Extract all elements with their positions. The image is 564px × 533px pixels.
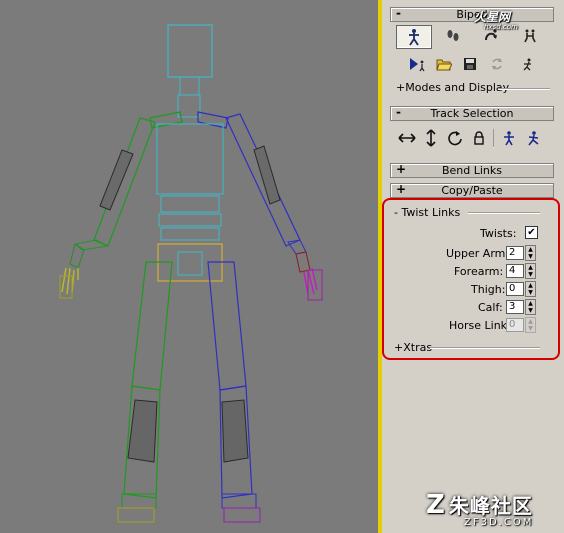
vertical-arrows-icon — [426, 129, 436, 147]
watermark-bottom-en: ZF3D.COM — [464, 517, 534, 528]
modes-display-toggle[interactable]: +Modes and Display — [396, 81, 509, 94]
biped-right-foot[interactable] — [223, 507, 261, 523]
watermark-bottom: Z 朱峰社区 ZF3D.COM — [426, 490, 533, 528]
symmetrical-button[interactable] — [498, 128, 520, 148]
watermark-top: 火星网 hxsd.com — [474, 8, 518, 31]
body-vertical-button[interactable] — [420, 128, 442, 148]
modes-display-separator — [498, 88, 550, 90]
twist-links-header[interactable]: - Twist Links — [394, 206, 460, 219]
watermark-logo: Z — [426, 490, 445, 520]
playback-icon — [410, 58, 425, 72]
upper-arm-label: Upper Arm: — [446, 247, 510, 260]
move-all-mode-button[interactable] — [516, 54, 538, 74]
rollout-copy-paste[interactable]: + Copy/Paste — [390, 182, 554, 198]
forearm-spinner[interactable]: ▲ ▼ — [525, 263, 536, 279]
biped-neck[interactable] — [179, 76, 200, 96]
watermark-top-text: 火星网 — [474, 10, 511, 24]
horizontal-arrows-icon — [398, 133, 416, 143]
mixer-icon — [524, 29, 536, 43]
biped-left-foot[interactable] — [117, 507, 155, 523]
xtras-toggle[interactable]: +Xtras — [394, 341, 432, 354]
track-selection-divider — [493, 129, 494, 148]
biped-head[interactable] — [167, 24, 213, 78]
thigh-input[interactable]: 0 — [506, 282, 524, 296]
body-rotation-button[interactable] — [444, 128, 466, 148]
command-panel: - Biped +Modes and Display - Track Selec… — [382, 0, 564, 533]
symmetrical-icon — [504, 131, 514, 146]
horse-link-input[interactable]: 0 — [506, 318, 524, 332]
calf-label: Calf: — [478, 301, 503, 314]
rotation-icon — [448, 131, 462, 146]
calf-spinner[interactable]: ▲ ▼ — [525, 299, 536, 315]
mixer-mode-button[interactable] — [519, 26, 541, 46]
opposite-icon — [528, 131, 539, 146]
opposite-button[interactable] — [522, 128, 544, 148]
biped-playback-button[interactable] — [406, 54, 428, 74]
biped-left-hand[interactable] — [69, 243, 85, 269]
forearm-label: Forearm: — [454, 265, 504, 278]
rollout-biped-title: Biped — [456, 8, 488, 21]
body-horizontal-button[interactable] — [396, 128, 418, 148]
rollout-bend-links[interactable]: + Bend Links — [390, 162, 554, 178]
lock-icon — [474, 131, 484, 145]
biped-left-clavicle[interactable] — [149, 111, 183, 129]
convert-button[interactable] — [486, 54, 508, 74]
figure-mode-icon — [409, 29, 419, 46]
twists-checkbox[interactable]: ✔ — [525, 226, 538, 239]
load-file-button[interactable] — [433, 54, 455, 74]
rollout-bend-links-title: Bend Links — [441, 164, 503, 177]
thigh-spinner[interactable]: ▲ ▼ — [525, 281, 536, 297]
figure-mode-button[interactable] — [396, 25, 432, 49]
thigh-label: Thigh: — [471, 283, 506, 296]
rollout-biped[interactable]: - Biped — [390, 6, 554, 22]
twist-links-separator — [468, 212, 540, 214]
biped-viewport[interactable] — [0, 0, 378, 533]
rollout-copy-paste-title: Copy/Paste — [441, 184, 503, 197]
xtras-separator — [430, 347, 540, 349]
watermark-top-sub: hxsd.com — [484, 23, 518, 31]
save-file-button[interactable] — [459, 54, 481, 74]
move-all-icon — [523, 58, 531, 71]
biped-upper-spine[interactable] — [177, 94, 201, 118]
lock-com-keying-button[interactable] — [468, 128, 490, 148]
upper-arm-spinner[interactable]: ▲ ▼ — [525, 245, 536, 261]
horse-link-spinner[interactable]: ▲ ▼ — [525, 317, 536, 333]
convert-icon — [492, 58, 502, 70]
save-disk-icon — [464, 58, 476, 70]
twists-label: Twists: — [480, 227, 517, 240]
calf-input[interactable]: 3 — [506, 300, 524, 314]
watermark-bottom-cn: 朱峰社区 — [448, 494, 533, 518]
open-folder-icon — [436, 59, 452, 71]
horse-link-label: Horse Link: — [449, 319, 511, 332]
biped-torso[interactable] — [156, 123, 224, 195]
biped-right-hand[interactable] — [295, 251, 311, 273]
footstep-icon — [447, 30, 459, 41]
biped-left-upper-arm[interactable] — [93, 117, 156, 247]
forearm-input[interactable]: 4 — [506, 264, 524, 278]
rollout-track-selection[interactable]: - Track Selection — [390, 105, 554, 121]
rollout-track-selection-title: Track Selection — [430, 107, 514, 120]
footstep-mode-button[interactable] — [442, 26, 464, 46]
upper-arm-input[interactable]: 2 — [506, 246, 524, 260]
biped-figure[interactable] — [0, 0, 378, 533]
